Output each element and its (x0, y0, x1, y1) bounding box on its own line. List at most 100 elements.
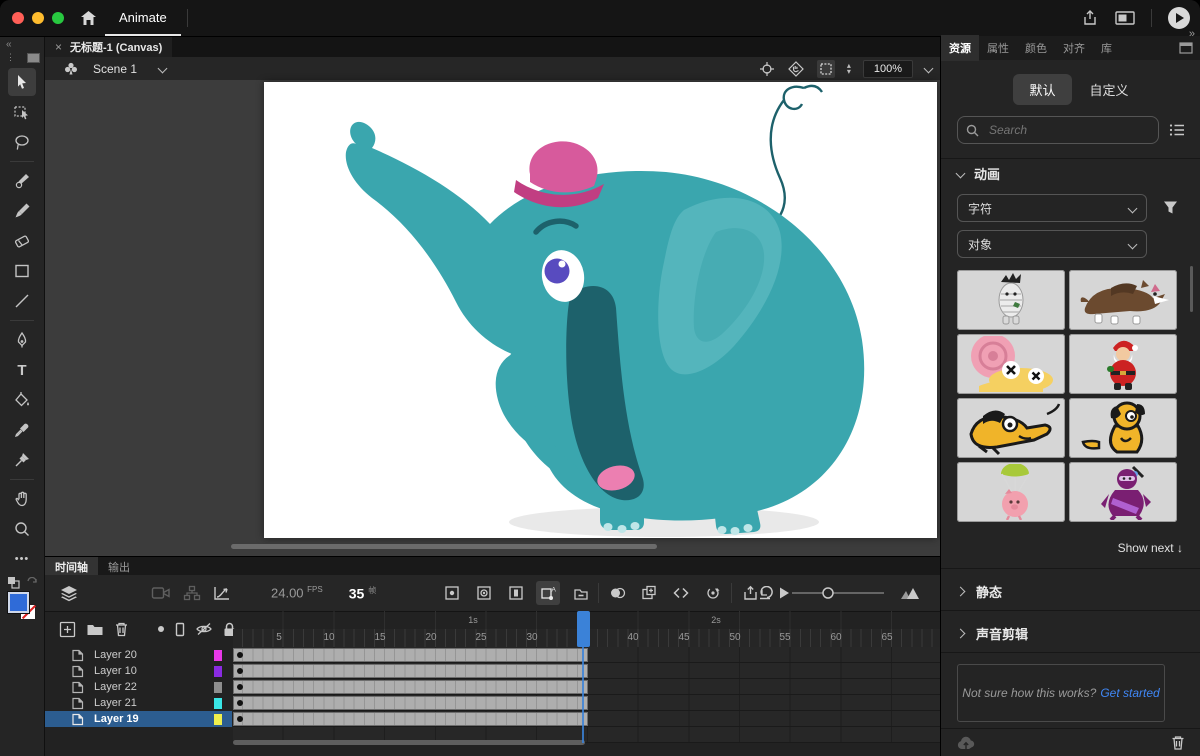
document-tab[interactable]: × 无标题-1 (Canvas) (45, 37, 172, 57)
asset-warp-pin-tool[interactable] (8, 446, 36, 474)
tab-properties[interactable]: 属性 (979, 35, 1017, 61)
playhead-marker[interactable] (577, 611, 590, 647)
new-folder-button[interactable] (86, 622, 104, 637)
asset-card-snail[interactable] (957, 334, 1065, 394)
eraser-tool[interactable] (8, 227, 36, 255)
text-tool[interactable]: T (8, 356, 36, 384)
fill-stroke-swatches[interactable] (8, 592, 36, 620)
minimize-window-button[interactable] (32, 12, 44, 24)
delete-asset-icon[interactable] (1171, 735, 1185, 750)
search-input[interactable] (987, 122, 1111, 138)
layer-row-selected[interactable]: Layer 19 (45, 711, 232, 727)
line-tool[interactable] (8, 287, 36, 315)
layer-row[interactable]: Layer 10 (45, 663, 232, 679)
tab-color[interactable]: 颜色 (1017, 35, 1055, 61)
center-stage-icon[interactable] (759, 61, 775, 77)
clip-content-icon[interactable] (817, 60, 835, 78)
timeline-zoom-slider[interactable] (790, 586, 886, 600)
close-document-icon[interactable]: × (55, 40, 62, 54)
static-section-header[interactable]: 静态 (957, 582, 1002, 601)
insert-keyframe-icon[interactable] (637, 581, 661, 605)
fill-color-swatch[interactable] (8, 592, 29, 613)
asset-card-mummy[interactable] (957, 270, 1065, 330)
auto-keyframe-icon[interactable]: A (536, 581, 560, 605)
paint-bucket-tool[interactable] (8, 386, 36, 414)
edit-multiple-frames-icon[interactable] (504, 581, 528, 605)
workspace-icon[interactable] (1115, 10, 1135, 26)
tab-output[interactable]: 输出 (98, 557, 140, 575)
zoom-level-field[interactable]: 100% (863, 60, 913, 78)
selection-tool[interactable] (8, 68, 36, 96)
zoom-window-button[interactable] (52, 12, 64, 24)
tab-library[interactable]: 库 (1093, 35, 1120, 61)
custom-mode-button[interactable]: 自定义 (1090, 80, 1129, 99)
hide-all-layers-toggle[interactable] (195, 622, 213, 636)
layer-color-swatch[interactable] (214, 650, 222, 661)
swap-colors-icon[interactable] (7, 576, 20, 589)
asset-card-santa[interactable] (1069, 334, 1177, 394)
reset-colors-icon[interactable] (26, 577, 38, 589)
frame-span[interactable] (233, 680, 588, 694)
delete-layer-button[interactable] (114, 621, 129, 637)
frame-span[interactable] (233, 648, 588, 662)
drag-handle-icon[interactable]: ⋮ (6, 52, 15, 63)
asset-card-ninja[interactable] (1069, 462, 1177, 522)
home-icon[interactable] (80, 10, 97, 26)
mini-swatch-icon[interactable] (27, 53, 40, 63)
frame-span[interactable] (233, 664, 588, 678)
frames-grid[interactable] (233, 647, 940, 743)
subselection-tool[interactable] (8, 98, 36, 126)
timeline-horizontal-scrollbar[interactable] (233, 740, 585, 745)
lasso-tool[interactable] (8, 128, 36, 156)
scene-chevron-icon[interactable] (158, 64, 168, 74)
rotate-stage-icon[interactable] (787, 61, 805, 77)
layer-color-swatch[interactable] (214, 682, 222, 693)
tab-animate[interactable]: Animate (105, 0, 181, 36)
layers-panel-icon[interactable] (59, 584, 79, 602)
frame-span[interactable] (233, 712, 588, 726)
panel-menu-icon[interactable] (1179, 42, 1193, 54)
layer-color-swatch[interactable] (214, 698, 222, 709)
zoom-chevron-icon[interactable] (924, 64, 934, 74)
collapse-panel-icon[interactable]: « (6, 39, 12, 50)
canvas-horizontal-scrollbar[interactable] (231, 544, 657, 549)
frame-rate-value[interactable]: 24.00 FPS (271, 585, 323, 600)
sound-section-header[interactable]: 声音剪辑 (957, 624, 1028, 643)
pasteboard[interactable] (45, 80, 940, 556)
hand-tool[interactable] (8, 485, 36, 513)
more-tools-button[interactable]: ••• (8, 545, 36, 573)
rectangle-tool[interactable] (8, 257, 36, 285)
scene-name[interactable]: Scene 1 (93, 62, 137, 76)
layer-row[interactable]: Layer 21 (45, 695, 232, 711)
pen-tool[interactable] (8, 326, 36, 354)
close-window-button[interactable] (12, 12, 24, 24)
get-started-link[interactable]: Get started (1100, 686, 1159, 700)
list-view-icon[interactable] (1169, 123, 1185, 137)
loop-playback-icon[interactable] (758, 586, 776, 600)
eyedropper-tool[interactable] (8, 416, 36, 444)
default-mode-button[interactable]: 默认 (1013, 74, 1071, 105)
fluid-brush-tool[interactable] (8, 167, 36, 195)
asset-card-dog-sitting[interactable] (1069, 398, 1177, 458)
remove-frames-icon[interactable] (568, 581, 592, 605)
zoom-stepper[interactable]: ▴ ▾ (847, 63, 851, 75)
current-frame-value[interactable]: 35 帧 (349, 585, 376, 602)
layer-parenting-icon[interactable] (183, 585, 201, 601)
character-filter-dropdown[interactable]: 字符 (957, 194, 1147, 222)
panel-scrollbar[interactable] (1190, 266, 1193, 312)
graph-editor-icon[interactable] (213, 585, 231, 601)
tab-assets[interactable]: 资源 (941, 35, 979, 61)
tab-align[interactable]: 对齐 (1055, 35, 1093, 61)
asset-search-box[interactable] (957, 116, 1159, 144)
onion-skin-range-icon[interactable] (472, 581, 496, 605)
loop-frames-icon[interactable] (701, 581, 725, 605)
upload-asset-icon[interactable] (957, 736, 975, 750)
onion-skin-button[interactable] (605, 581, 629, 605)
layer-color-swatch[interactable] (214, 666, 222, 677)
asset-card-dog-crouching[interactable] (957, 398, 1065, 458)
frame-navigation-icon[interactable] (669, 581, 693, 605)
object-filter-dropdown[interactable]: 对象 (957, 230, 1147, 258)
stage-canvas[interactable] (264, 82, 937, 538)
animation-section-header[interactable]: 动画 (957, 164, 1000, 183)
layer-row[interactable]: Layer 22 (45, 679, 232, 695)
